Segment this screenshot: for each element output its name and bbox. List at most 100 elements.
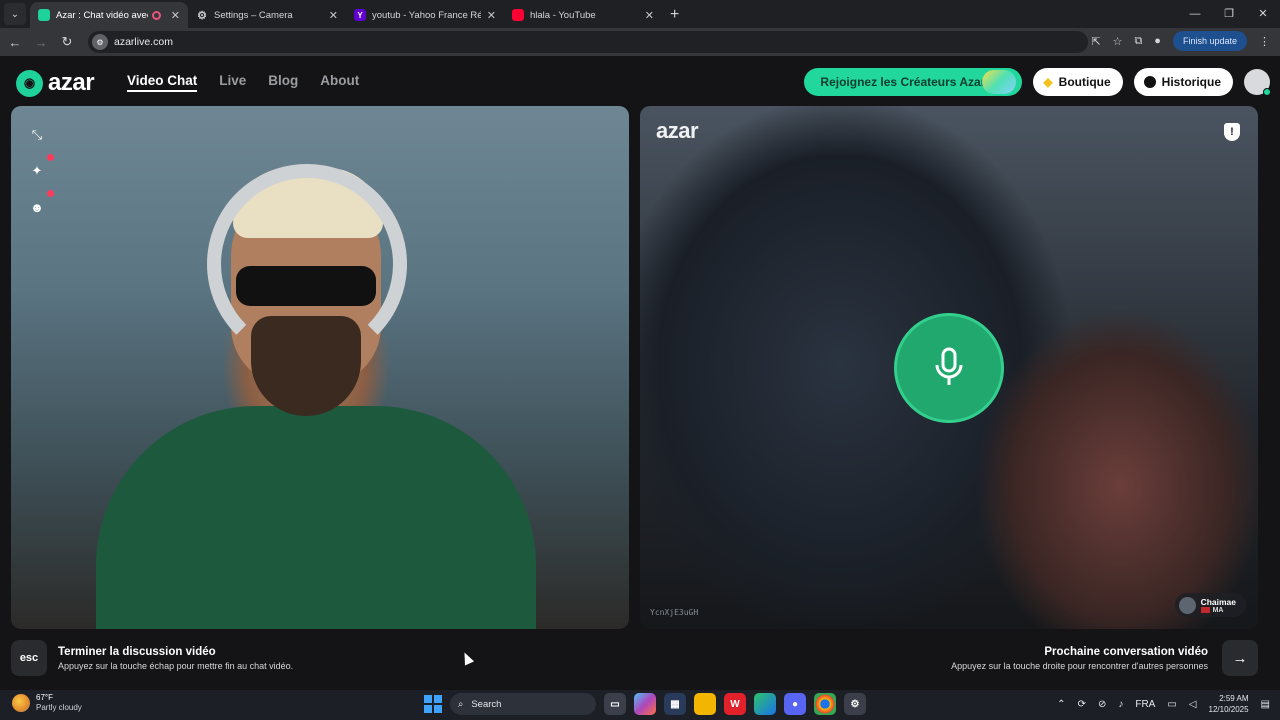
copilot-icon[interactable] — [634, 693, 656, 715]
sync-icon[interactable]: ⟳ — [1078, 699, 1086, 710]
local-video: ⤡ ✦ ☻ — [11, 106, 629, 629]
azar-logo-icon: ◉ — [16, 69, 43, 97]
arrow-right-icon: → — [1232, 649, 1248, 667]
peer-country: MA — [1200, 606, 1236, 614]
tab-youtube[interactable]: hlala - YouTube ✕ — [504, 2, 662, 28]
restore-icon[interactable]: ❐ — [1212, 0, 1246, 28]
reload-icon[interactable]: ↻ — [56, 34, 78, 50]
mouse-cursor-icon — [459, 650, 475, 666]
nav-video-chat[interactable]: Video Chat — [127, 73, 198, 92]
shop-button[interactable]: ◆ Boutique — [1033, 68, 1123, 96]
chevron-up-icon[interactable]: ⌃ — [1057, 699, 1065, 710]
shrink-icon: ⤡ — [31, 127, 43, 142]
effects-button[interactable]: ✦ — [26, 154, 54, 182]
history-label: Historique — [1161, 75, 1221, 89]
settings-gear-icon[interactable]: ⚙ — [844, 693, 866, 715]
azar-logo[interactable]: ◉ azar — [16, 69, 95, 97]
stickers-button[interactable]: ☻ — [26, 190, 54, 218]
no-network-icon[interactable]: ⊘ — [1098, 699, 1106, 710]
minimize-video-button[interactable]: ⤡ — [26, 124, 48, 146]
kebab-menu-icon[interactable]: ⋮ — [1259, 35, 1270, 48]
url-field[interactable]: ⚙ azarlive.com — [88, 31, 1088, 53]
close-icon[interactable]: ✕ — [645, 9, 654, 22]
new-tab-plus-icon[interactable]: + — [670, 6, 679, 24]
finish-update-button[interactable]: Finish update — [1172, 31, 1247, 51]
tab-title: youtub - Yahoo France Résultats — [372, 9, 481, 21]
sparkle-icon: ✦ — [31, 163, 43, 178]
close-icon[interactable]: ✕ — [487, 9, 496, 22]
peer-profile-chip[interactable]: Chaimae MA — [1174, 593, 1246, 617]
forward-arrow-icon[interactable]: → — [30, 35, 52, 50]
nav-about[interactable]: About — [320, 73, 359, 92]
notification-dot — [47, 154, 54, 161]
bookmark-star-icon[interactable]: ☆ — [1113, 35, 1123, 48]
tab-search-button[interactable]: ⌄ — [4, 3, 26, 25]
discord-icon[interactable]: ● — [784, 693, 806, 715]
tab-title: Settings – Camera — [214, 9, 293, 21]
microphone-icon — [935, 347, 963, 385]
recording-icon — [151, 10, 161, 20]
tab-settings-camera[interactable]: ⚙ Settings – Camera ✕ — [188, 2, 346, 28]
extensions-puzzle-icon[interactable]: ⧉ — [1134, 35, 1142, 48]
azar-app: ◉ azar Video Chat Live Blog About Rejoig… — [0, 56, 1280, 690]
peer-avatar — [1178, 596, 1196, 614]
mic-tray-icon[interactable]: ♪ — [1118, 699, 1123, 710]
microphone-button[interactable] — [894, 313, 1004, 423]
site-info-icon[interactable]: ⚙ — [92, 34, 108, 50]
report-shield-icon[interactable]: ! — [1224, 123, 1240, 141]
minimize-icon[interactable]: — — [1178, 0, 1212, 28]
creators-cta-button[interactable]: Rejoignez les Créateurs Azar — [804, 68, 1023, 96]
profile-icon[interactable]: ● — [1154, 35, 1161, 47]
tab-yahoo[interactable]: Y youtub - Yahoo France Résultats ✕ — [346, 2, 504, 28]
chevron-down-icon: ⌄ — [10, 8, 20, 20]
next-chat-subtitle: Appuyez sur la touche droite pour rencon… — [951, 660, 1208, 671]
remote-video: azar ! YcnXjE3uGH Chaimae MA — [640, 106, 1258, 629]
smiley-icon: ☻ — [30, 199, 44, 215]
language-indicator[interactable]: FRA — [1135, 699, 1155, 710]
close-icon[interactable]: ✕ — [171, 9, 180, 22]
url-text: azarlive.com — [114, 36, 173, 48]
tab-azar[interactable]: Azar : Chat vidéo avec des n ✕ — [30, 2, 188, 28]
cta-label: Rejoignez les Créateurs Azar — [820, 75, 986, 89]
close-window-icon[interactable]: ✕ — [1246, 0, 1280, 28]
windows-taskbar: 67°F Partly cloudy ⌕ Search ▭ ▦ W ● ⚙ ⌃ … — [0, 690, 1280, 720]
chrome-icon[interactable] — [814, 693, 836, 715]
user-avatar[interactable] — [1244, 69, 1271, 96]
youtube-favicon-icon — [512, 9, 524, 21]
back-arrow-icon[interactable]: ← — [4, 35, 26, 50]
temperature: 67°F — [36, 693, 53, 702]
local-person-beard — [251, 316, 361, 416]
azar-favicon-icon — [38, 9, 50, 21]
tab-title: hlala - YouTube — [530, 9, 596, 21]
weather-condition: Partly cloudy — [36, 703, 82, 712]
nav-blog[interactable]: Blog — [268, 73, 298, 92]
display-icon[interactable]: ▭ — [1167, 699, 1176, 710]
peer-country-code: MA — [1212, 606, 1224, 614]
tab-title: Azar : Chat vidéo avec des n — [56, 9, 148, 21]
edge-icon[interactable] — [754, 693, 776, 715]
history-button[interactable]: Historique — [1133, 68, 1233, 96]
peer-id: YcnXjE3uGH — [650, 608, 699, 617]
logo-wordmark: azar — [48, 69, 95, 96]
next-chat-hint: Prochaine conversation vidéo Appuyez sur… — [951, 640, 1258, 676]
nav-live[interactable]: Live — [219, 73, 246, 92]
office-icon[interactable]: W — [724, 693, 746, 715]
close-icon[interactable]: ✕ — [329, 9, 338, 22]
windows-start-icon[interactable] — [424, 695, 442, 713]
taskbar-search[interactable]: ⌕ Search — [450, 693, 596, 715]
search-icon: ⌕ — [458, 698, 464, 710]
task-view-icon[interactable]: ▭ — [604, 693, 626, 715]
clock[interactable]: 2:59 AM 12/10/2025 — [1209, 693, 1249, 715]
esc-key-button[interactable]: esc — [11, 640, 47, 676]
weather-widget[interactable]: 67°F Partly cloudy — [12, 693, 82, 713]
azar-watermark: azar — [656, 118, 699, 143]
weather-icon — [12, 694, 30, 712]
browser-tab-strip: ⌄ Azar : Chat vidéo avec des n ✕ ⚙ Setti… — [0, 0, 1280, 28]
shop-label: Boutique — [1058, 75, 1111, 89]
store-icon[interactable]: ▦ — [664, 693, 686, 715]
next-arrow-button[interactable]: → — [1222, 640, 1258, 676]
file-explorer-icon[interactable] — [694, 693, 716, 715]
install-app-icon[interactable]: ⇱ — [1091, 35, 1100, 48]
notifications-icon[interactable]: ▤ — [1261, 699, 1270, 710]
volume-icon[interactable]: ◁ — [1189, 699, 1197, 710]
